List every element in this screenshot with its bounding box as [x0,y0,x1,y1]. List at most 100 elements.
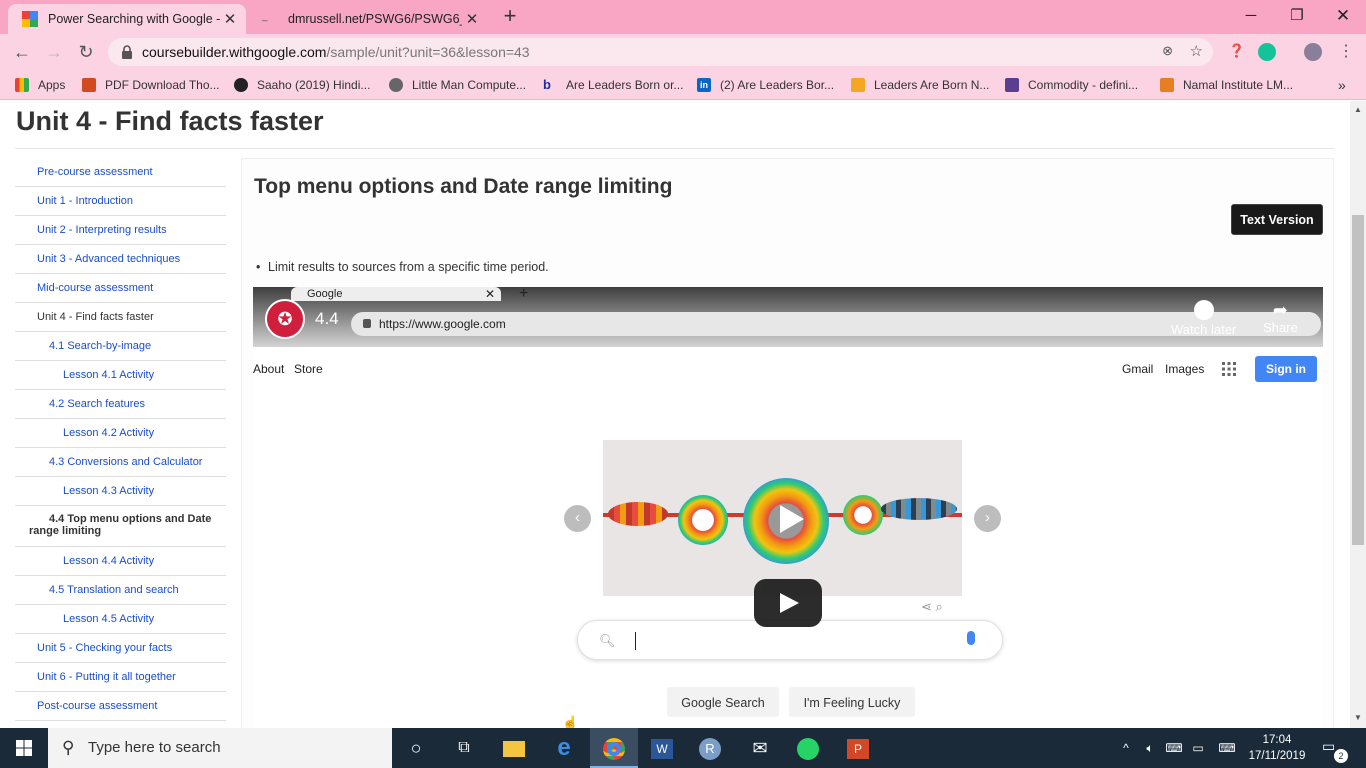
nav-unit-4-current-unit: Unit 4 - Find facts faster [15,303,226,332]
microphone-icon [967,631,975,645]
close-tab-icon[interactable]: ✕ [462,10,482,28]
cortana-icon[interactable]: ○ [392,728,440,768]
nav-unit-2[interactable]: Unit 2 - Interpreting results [15,216,226,245]
google-gmail-link: Gmail [1122,362,1154,376]
nav-post-course-assessment[interactable]: Post-course assessment [15,692,226,721]
bookmark-item[interactable]: PDF Download Tho... [82,77,222,93]
bookmark-item[interactable]: in (2) Are Leaders Bor... [697,77,837,93]
nav-mid-course-assessment[interactable]: Mid-course assessment [15,274,226,303]
page-title: Unit 4 - Find facts faster [16,106,324,136]
nav-activity-4-5[interactable]: Lesson 4.5 Activity [15,605,226,634]
nav-activity-4-1[interactable]: Lesson 4.1 Activity [15,361,226,390]
windows-start-icon[interactable] [0,728,48,768]
share-button[interactable]: ➦ Share [1263,300,1298,335]
keyboard-icon[interactable]: ⌨ [1214,728,1240,768]
windows-taskbar: ⚲ Type here to search ○ ⧉ e W R ✉ P ^ 🔈︎… [0,728,1366,768]
page-scrollbar[interactable]: ▲ ▼ [1350,101,1366,728]
chrome-icon[interactable] [590,728,638,768]
translate-blocked-icon[interactable]: ⊗ [1162,43,1173,59]
powerpoint-icon[interactable]: P [834,728,882,768]
volume-icon[interactable]: 🔈︎ [1140,728,1160,768]
course-sidebar: Pre-course assessment Unit 1 - Introduct… [15,158,226,721]
youtube-video-player[interactable]: Google ✕ + https://www.google.com ✪ 4.4 W… [253,287,1323,728]
text-version-button[interactable]: Text Version [1231,204,1323,235]
profile-avatar[interactable] [1304,43,1322,61]
channel-avatar[interactable]: ✪ [265,299,305,339]
google-sign-in-button: Sign in [1255,356,1317,382]
close-tab-icon[interactable]: ✕ [220,10,240,28]
forward-icon[interactable]: → [42,40,66,64]
nav-unit-6[interactable]: Unit 6 - Putting it all together [15,663,226,692]
url-path: /sample/unit?unit=36&lesson=43 [326,44,530,60]
whatsapp-icon[interactable] [784,728,832,768]
task-view-icon[interactable]: ⧉ [440,728,488,768]
bookmark-item[interactable]: Leaders Are Born N... [851,77,991,93]
nav-unit-3[interactable]: Unit 3 - Advanced techniques [15,245,226,274]
lock-icon [122,45,132,59]
google-store-link: Store [294,362,323,376]
google-images-link: Images [1165,362,1205,376]
doodle-figures-left [608,502,668,526]
word-icon[interactable]: W [638,728,686,768]
graduation-cap-icon [1160,78,1174,92]
tab-title: Power Searching with Google - [48,12,220,26]
nav-unit-1[interactable]: Unit 1 - Introduction [15,187,226,216]
nav-lesson-4-2[interactable]: 4.2 Search features [15,390,226,419]
browser-tab[interactable]: _ dmrussell.net/PSWG6/PSWG6_4.4 ✕ [248,4,488,34]
feeling-lucky-button: I'm Feeling Lucky [789,687,915,717]
close-window-button[interactable]: ✕ [1320,4,1366,30]
bookmark-item[interactable]: Commodity - defini... [1005,77,1147,93]
bookmark-apps[interactable]: Apps [15,77,65,93]
network-icon[interactable]: ⌨ [1164,728,1184,768]
video-title[interactable]: 4.4 [315,309,339,329]
share-search-icons: ⋖ ⌕ [921,599,943,614]
video-browser-tab: Google ✕ [291,287,501,301]
minimize-button[interactable]: ─ [1228,4,1274,30]
reload-icon[interactable]: ↻ [74,40,98,64]
bookmark-item[interactable]: Saaho (2019) Hindi... [234,77,374,93]
nav-activity-4-2[interactable]: Lesson 4.2 Activity [15,419,226,448]
mail-icon[interactable]: ✉ [736,728,784,768]
bookmark-item[interactable]: b Are Leaders Born or... [543,77,685,93]
page-favicon-icon: _ [262,11,268,22]
tray-chevron-icon[interactable]: ^ [1116,728,1136,768]
bookmark-star-icon[interactable]: ☆ [1190,42,1203,60]
youtube-play-button[interactable] [754,579,822,627]
scroll-up-icon[interactable]: ▲ [1354,105,1362,114]
nav-activity-4-4[interactable]: Lesson 4.4 Activity [15,547,226,576]
file-explorer-icon[interactable] [490,728,538,768]
bookmarks-overflow-button[interactable]: » [1338,77,1346,93]
address-bar[interactable]: coursebuilder.withgoogle.com/sample/unit… [108,38,1213,66]
doodle-ring-g [678,495,728,545]
back-icon[interactable]: ← [10,40,34,64]
battery-icon[interactable]: ▭ [1188,728,1208,768]
extension-icon[interactable]: ❓ [1228,43,1246,61]
nav-activity-4-3[interactable]: Lesson 4.3 Activity [15,477,226,506]
r-icon[interactable]: R [686,728,734,768]
bookmark-item[interactable]: Little Man Compute... [389,77,531,93]
nav-lesson-4-5[interactable]: 4.5 Translation and search [15,576,226,605]
nav-lesson-4-3[interactable]: 4.3 Conversions and Calculator [15,448,226,477]
edge-icon[interactable]: e [540,728,588,768]
lesson-bullet: Limit results to sources from a specific… [256,260,549,274]
scroll-thumb[interactable] [1352,215,1364,545]
taskbar-search-box[interactable]: ⚲ Type here to search [48,728,392,768]
nav-unit-5[interactable]: Unit 5 - Checking your facts [15,634,226,663]
scroll-down-icon[interactable]: ▼ [1354,713,1362,722]
browser-tab-active[interactable]: Power Searching with Google - ✕ [8,4,246,34]
watch-later-button[interactable]: Watch later [1171,300,1236,337]
nav-lesson-4-1[interactable]: 4.1 Search-by-image [15,332,226,361]
site-icon [851,78,865,92]
restore-button[interactable]: ❐ [1274,4,1320,30]
menu-kebab-icon[interactable]: ⋮ [1334,40,1358,64]
google-favicon-icon [22,11,38,27]
doodle-figures-right [881,498,957,520]
grammarly-icon[interactable] [1258,43,1276,61]
bookmark-item[interactable]: Namal Institute LM... [1160,77,1300,93]
notification-count-badge: 2 [1334,749,1348,763]
system-clock[interactable]: 17:04 17/11/2019 [1244,732,1310,764]
lesson-content: Top menu options and Date range limiting… [241,158,1334,728]
doodle-play-icon [780,505,804,533]
new-tab-button[interactable]: + [498,5,522,29]
nav-pre-course-assessment[interactable]: Pre-course assessment [15,158,226,187]
